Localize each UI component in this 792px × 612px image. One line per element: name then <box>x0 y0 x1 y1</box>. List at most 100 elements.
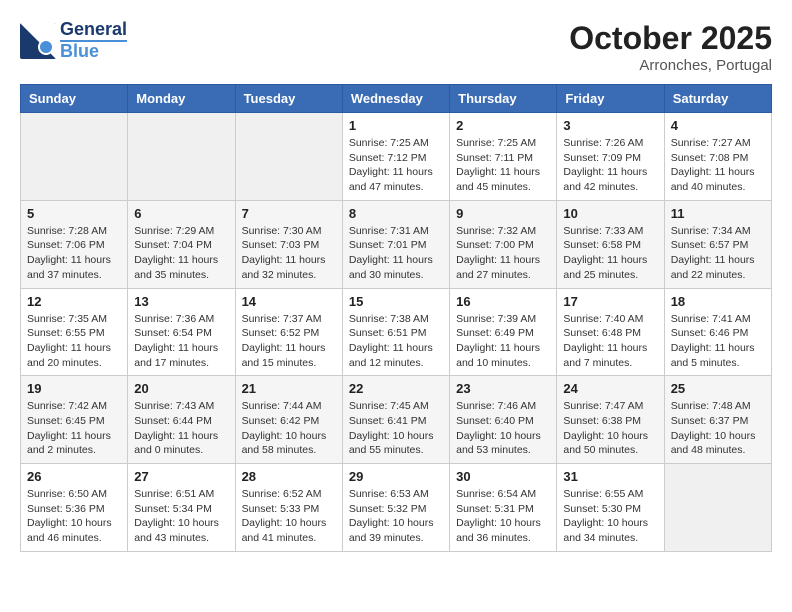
day-info: Sunrise: 7:25 AM Sunset: 7:11 PM Dayligh… <box>456 136 550 195</box>
calendar-cell: 23 Sunrise: 7:46 AM Sunset: 6:40 PM Dayli… <box>450 376 557 464</box>
day-number: 18 <box>671 294 765 309</box>
logo-line1: General <box>60 20 127 40</box>
day-info: Sunrise: 6:51 AM Sunset: 5:34 PM Dayligh… <box>134 487 228 546</box>
day-number: 19 <box>27 381 121 396</box>
day-number: 29 <box>349 469 443 484</box>
day-header-thursday: Thursday <box>450 85 557 113</box>
day-header-sunday: Sunday <box>21 85 128 113</box>
calendar-cell: 14 Sunrise: 7:37 AM Sunset: 6:52 PM Dayli… <box>235 288 342 376</box>
day-info: Sunrise: 7:46 AM Sunset: 6:40 PM Dayligh… <box>456 399 550 458</box>
calendar-cell <box>128 113 235 201</box>
day-number: 24 <box>563 381 657 396</box>
calendar-body: 1 Sunrise: 7:25 AM Sunset: 7:12 PM Daylig… <box>21 113 772 552</box>
day-number: 25 <box>671 381 765 396</box>
location: Arronches, Portugal <box>569 57 772 74</box>
day-info: Sunrise: 7:37 AM Sunset: 6:52 PM Dayligh… <box>242 312 336 371</box>
day-info: Sunrise: 7:43 AM Sunset: 6:44 PM Dayligh… <box>134 399 228 458</box>
logo-line2: Blue <box>60 40 127 62</box>
day-number: 21 <box>242 381 336 396</box>
day-number: 12 <box>27 294 121 309</box>
calendar-cell: 1 Sunrise: 7:25 AM Sunset: 7:12 PM Daylig… <box>342 113 449 201</box>
calendar-cell: 7 Sunrise: 7:30 AM Sunset: 7:03 PM Daylig… <box>235 200 342 288</box>
day-info: Sunrise: 7:39 AM Sunset: 6:49 PM Dayligh… <box>456 312 550 371</box>
day-number: 2 <box>456 118 550 133</box>
calendar-cell: 22Sunrise: 7:45 AM Sunset: 6:41 PM Dayli… <box>342 376 449 464</box>
day-number: 26 <box>27 469 121 484</box>
day-number: 23 <box>456 381 550 396</box>
calendar-cell: 2 Sunrise: 7:25 AM Sunset: 7:11 PM Daylig… <box>450 113 557 201</box>
day-number: 31 <box>563 469 657 484</box>
title-block: October 2025 Arronches, Portugal <box>569 20 772 74</box>
calendar-cell: 28Sunrise: 6:52 AM Sunset: 5:33 PM Dayli… <box>235 464 342 552</box>
calendar-cell <box>21 113 128 201</box>
day-info: Sunrise: 7:42 AM Sunset: 6:45 PM Dayligh… <box>27 399 121 458</box>
day-number: 1 <box>349 118 443 133</box>
day-info: Sunrise: 7:40 AM Sunset: 6:48 PM Dayligh… <box>563 312 657 371</box>
day-number: 30 <box>456 469 550 484</box>
day-number: 6 <box>134 206 228 221</box>
day-header-tuesday: Tuesday <box>235 85 342 113</box>
calendar-cell: 6 Sunrise: 7:29 AM Sunset: 7:04 PM Daylig… <box>128 200 235 288</box>
day-info: Sunrise: 7:27 AM Sunset: 7:08 PM Dayligh… <box>671 136 765 195</box>
calendar-cell: 3Sunrise: 7:26 AM Sunset: 7:09 PM Daylig… <box>557 113 664 201</box>
day-info: Sunrise: 6:53 AM Sunset: 5:32 PM Dayligh… <box>349 487 443 546</box>
calendar: SundayMondayTuesdayWednesdayThursdayFrid… <box>20 84 772 552</box>
day-number: 10 <box>563 206 657 221</box>
calendar-cell: 26 Sunrise: 6:50 AM Sunset: 5:36 PM Dayli… <box>21 464 128 552</box>
day-number: 15 <box>349 294 443 309</box>
calendar-week-2: 5Sunrise: 7:28 AM Sunset: 7:06 PM Daylig… <box>21 200 772 288</box>
day-header-friday: Friday <box>557 85 664 113</box>
day-number: 4 <box>671 118 765 133</box>
calendar-cell: 12 Sunrise: 7:35 AM Sunset: 6:55 PM Dayli… <box>21 288 128 376</box>
calendar-cell: 5Sunrise: 7:28 AM Sunset: 7:06 PM Daylig… <box>21 200 128 288</box>
day-number: 8 <box>349 206 443 221</box>
day-number: 14 <box>242 294 336 309</box>
day-info: Sunrise: 7:38 AM Sunset: 6:51 PM Dayligh… <box>349 312 443 371</box>
day-number: 7 <box>242 206 336 221</box>
calendar-cell: 31Sunrise: 6:55 AM Sunset: 5:30 PM Dayli… <box>557 464 664 552</box>
calendar-cell: 16Sunrise: 7:39 AM Sunset: 6:49 PM Dayli… <box>450 288 557 376</box>
day-number: 28 <box>242 469 336 484</box>
day-number: 20 <box>134 381 228 396</box>
day-info: Sunrise: 7:45 AM Sunset: 6:41 PM Dayligh… <box>349 399 443 458</box>
calendar-cell: 19 Sunrise: 7:42 AM Sunset: 6:45 PM Dayli… <box>21 376 128 464</box>
calendar-cell: 25 Sunrise: 7:48 AM Sunset: 6:37 PM Dayli… <box>664 376 771 464</box>
day-info: Sunrise: 6:50 AM Sunset: 5:36 PM Dayligh… <box>27 487 121 546</box>
day-info: Sunrise: 7:30 AM Sunset: 7:03 PM Dayligh… <box>242 224 336 283</box>
calendar-cell: 29 Sunrise: 6:53 AM Sunset: 5:32 PM Dayli… <box>342 464 449 552</box>
calendar-cell: 17Sunrise: 7:40 AM Sunset: 6:48 PM Dayli… <box>557 288 664 376</box>
calendar-cell: 10Sunrise: 7:33 AM Sunset: 6:58 PM Dayli… <box>557 200 664 288</box>
day-info: Sunrise: 7:35 AM Sunset: 6:55 PM Dayligh… <box>27 312 121 371</box>
page-header: General Blue October 2025 Arronches, Por… <box>20 20 772 74</box>
day-info: Sunrise: 7:47 AM Sunset: 6:38 PM Dayligh… <box>563 399 657 458</box>
calendar-cell: 8 Sunrise: 7:31 AM Sunset: 7:01 PM Daylig… <box>342 200 449 288</box>
calendar-cell: 20 Sunrise: 7:43 AM Sunset: 6:44 PM Dayli… <box>128 376 235 464</box>
calendar-cell: 15 Sunrise: 7:38 AM Sunset: 6:51 PM Dayli… <box>342 288 449 376</box>
day-info: Sunrise: 7:41 AM Sunset: 6:46 PM Dayligh… <box>671 312 765 371</box>
day-info: Sunrise: 7:32 AM Sunset: 7:00 PM Dayligh… <box>456 224 550 283</box>
logo: General Blue <box>20 20 127 62</box>
calendar-cell: 11 Sunrise: 7:34 AM Sunset: 6:57 PM Dayli… <box>664 200 771 288</box>
calendar-cell <box>664 464 771 552</box>
day-info: Sunrise: 7:44 AM Sunset: 6:42 PM Dayligh… <box>242 399 336 458</box>
day-info: Sunrise: 7:36 AM Sunset: 6:54 PM Dayligh… <box>134 312 228 371</box>
day-info: Sunrise: 7:48 AM Sunset: 6:37 PM Dayligh… <box>671 399 765 458</box>
day-info: Sunrise: 7:29 AM Sunset: 7:04 PM Dayligh… <box>134 224 228 283</box>
day-header-monday: Monday <box>128 85 235 113</box>
day-number: 5 <box>27 206 121 221</box>
calendar-cell: 30 Sunrise: 6:54 AM Sunset: 5:31 PM Dayli… <box>450 464 557 552</box>
day-header-saturday: Saturday <box>664 85 771 113</box>
calendar-cell: 24 Sunrise: 7:47 AM Sunset: 6:38 PM Dayli… <box>557 376 664 464</box>
calendar-header-row: SundayMondayTuesdayWednesdayThursdayFrid… <box>21 85 772 113</box>
day-number: 11 <box>671 206 765 221</box>
month-year: October 2025 <box>569 20 772 57</box>
day-info: Sunrise: 7:34 AM Sunset: 6:57 PM Dayligh… <box>671 224 765 283</box>
day-info: Sunrise: 7:25 AM Sunset: 7:12 PM Dayligh… <box>349 136 443 195</box>
calendar-cell: 18 Sunrise: 7:41 AM Sunset: 6:46 PM Dayli… <box>664 288 771 376</box>
day-info: Sunrise: 6:54 AM Sunset: 5:31 PM Dayligh… <box>456 487 550 546</box>
day-info: Sunrise: 7:31 AM Sunset: 7:01 PM Dayligh… <box>349 224 443 283</box>
calendar-cell: 9Sunrise: 7:32 AM Sunset: 7:00 PM Daylig… <box>450 200 557 288</box>
day-info: Sunrise: 7:26 AM Sunset: 7:09 PM Dayligh… <box>563 136 657 195</box>
calendar-week-3: 12 Sunrise: 7:35 AM Sunset: 6:55 PM Dayli… <box>21 288 772 376</box>
calendar-week-1: 1 Sunrise: 7:25 AM Sunset: 7:12 PM Daylig… <box>21 113 772 201</box>
